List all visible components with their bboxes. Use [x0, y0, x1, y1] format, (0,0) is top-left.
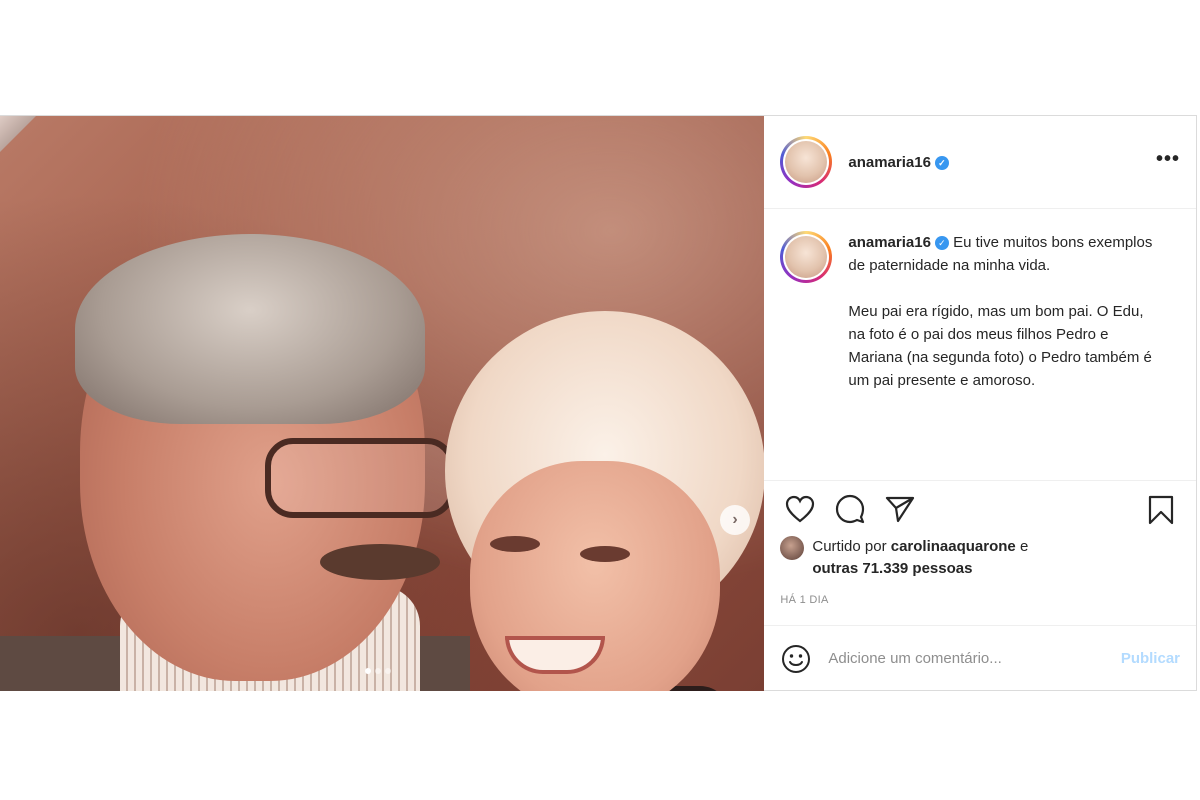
more-options-icon[interactable]: •••: [1156, 149, 1180, 169]
caption-area: anamaria16 ✓ Eu tive muitos bons exemplos…: [764, 209, 1196, 481]
avatar-image: [785, 236, 828, 278]
likes-connector: e: [1019, 538, 1029, 555]
chevron-right-icon: ›: [732, 511, 738, 528]
caption-second-paragraph: Meu pai era rígido, mas um bom pai. O Ed…: [848, 303, 1152, 389]
carousel-dots: [365, 668, 391, 674]
man-mustache: [320, 544, 440, 580]
woman-left-eye: [490, 536, 540, 552]
author-avatar[interactable]: [780, 136, 833, 188]
liker-avatar[interactable]: [780, 536, 805, 560]
carousel-next-button[interactable]: ›: [720, 505, 750, 535]
liked-by-prefix: Curtido por: [812, 538, 887, 555]
caption-text: anamaria16 ✓ Eu tive muitos bons exemplos…: [848, 231, 1158, 392]
carousel-dot-2: [375, 668, 381, 674]
author-username-link[interactable]: anamaria16 ✓: [848, 154, 949, 171]
action-bar: [764, 481, 1196, 536]
carousel-dot-3: [385, 668, 391, 674]
author-username: anamaria16: [848, 153, 931, 171]
woman-right-eye: [580, 546, 630, 562]
publish-button[interactable]: Publicar: [1121, 650, 1180, 667]
bookmark-icon[interactable]: [1148, 495, 1174, 530]
caption-first-paragraph: anamaria16 ✓ Eu tive muitos bons exemplos…: [848, 231, 1158, 277]
liker-username[interactable]: carolinaaquarone: [891, 538, 1016, 555]
man-hair: [75, 234, 425, 424]
verified-badge-icon: ✓: [934, 155, 949, 170]
likes-summary: Curtido por carolinaaquarone e outras 71…: [764, 536, 1196, 580]
avatar-image: [785, 141, 828, 183]
caption-username[interactable]: anamaria16: [848, 234, 931, 251]
man-glasses: [265, 438, 455, 518]
post-timestamp[interactable]: HÁ 1 DIA: [764, 580, 1196, 620]
post-photo[interactable]: ›: [0, 116, 765, 691]
avatar-border: [783, 139, 830, 185]
comment-box: Publicar: [764, 625, 1196, 691]
instagram-post: › anamaria16 ✓ ••• anamaria16 ✓ Eu tive …: [0, 115, 1197, 691]
comment-icon[interactable]: [832, 491, 868, 527]
likes-text: Curtido por carolinaaquarone e outras 71…: [812, 536, 1028, 580]
carousel-dot-1: [365, 668, 371, 674]
smiley-icon[interactable]: [780, 643, 812, 675]
caption-author-avatar[interactable]: [780, 231, 833, 283]
post-header: anamaria16 ✓ •••: [764, 116, 1196, 209]
post-sidebar: anamaria16 ✓ ••• anamaria16 ✓ Eu tive muit…: [764, 116, 1196, 691]
paper-plane-icon[interactable]: [882, 491, 918, 527]
verified-badge-icon: ✓: [934, 236, 949, 250]
avatar-border: [783, 234, 830, 280]
comment-input[interactable]: [828, 650, 1121, 667]
likes-others-link[interactable]: outras 71.339 pessoas: [812, 560, 972, 577]
heart-icon[interactable]: [782, 491, 818, 527]
